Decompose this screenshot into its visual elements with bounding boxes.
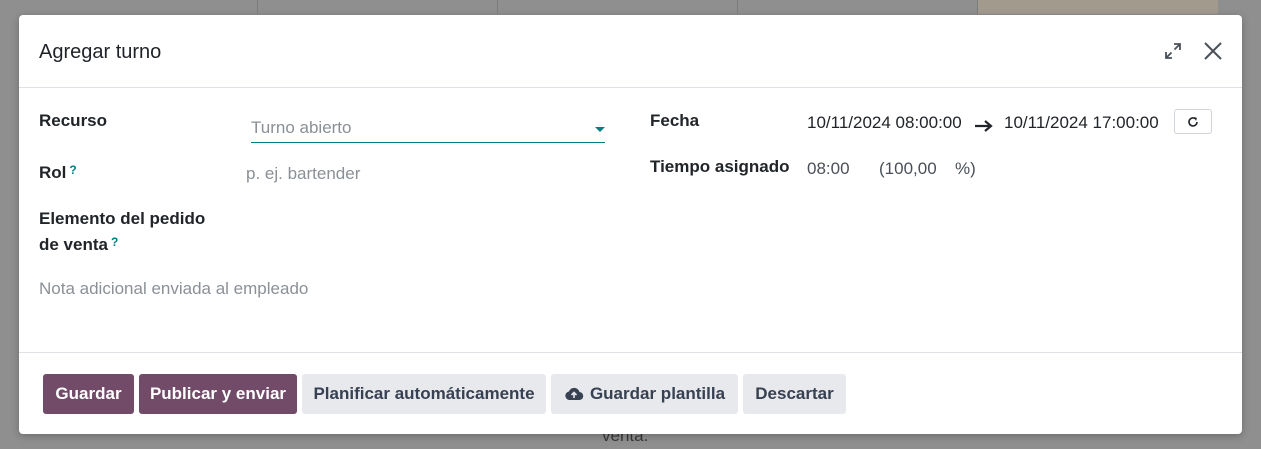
sale-line-help-icon[interactable]: ? bbox=[111, 235, 118, 249]
save-button[interactable]: Guardar bbox=[43, 374, 134, 414]
dialog-header: Agregar turno bbox=[19, 15, 1242, 88]
save-template-label: Guardar plantilla bbox=[589, 384, 726, 403]
note-input[interactable]: Nota adicional enviada al empleado bbox=[39, 276, 308, 302]
sale-line-label-line2: de venta bbox=[39, 235, 108, 254]
allocated-time-label: Tiempo asignado bbox=[650, 157, 790, 176]
bg-highlight-cell bbox=[978, 0, 1218, 14]
date-end-input[interactable]: 10/11/2024 17:00:00 bbox=[1004, 110, 1159, 136]
bg-column-divider bbox=[257, 0, 258, 14]
resource-placeholder: Turno abierto bbox=[251, 118, 352, 137]
expand-icon[interactable] bbox=[1164, 42, 1182, 60]
resource-select[interactable]: Turno abierto bbox=[251, 115, 605, 143]
dialog-footer: Guardar Publicar y enviar Planificar aut… bbox=[19, 352, 1242, 435]
chevron-down-icon[interactable] bbox=[595, 127, 605, 132]
publish-send-button[interactable]: Publicar y enviar bbox=[139, 374, 297, 414]
role-help-icon[interactable]: ? bbox=[69, 163, 76, 177]
date-start-input[interactable]: 10/11/2024 08:00:00 bbox=[807, 110, 962, 136]
role-input[interactable]: p. ej. bartender bbox=[246, 161, 360, 187]
arrow-right-icon bbox=[975, 120, 993, 132]
allocated-percent-input[interactable]: (100,00 bbox=[879, 156, 937, 182]
role-label: Rol? bbox=[39, 160, 77, 186]
cloud-upload-icon bbox=[565, 387, 584, 401]
bg-column-divider bbox=[497, 0, 498, 14]
save-template-button[interactable]: Guardar plantilla bbox=[551, 374, 738, 414]
percent-suffix: %) bbox=[955, 159, 976, 178]
refresh-button[interactable] bbox=[1174, 109, 1212, 134]
sale-line-label-line1: Elemento del pedido bbox=[39, 209, 206, 228]
date-label: Fecha bbox=[650, 111, 700, 130]
bg-column-divider bbox=[737, 0, 738, 14]
dialog-title: Agregar turno bbox=[39, 41, 162, 63]
sale-line-label: Elemento del pedido de venta? bbox=[39, 206, 205, 258]
allocated-hours-input[interactable]: 08:00 bbox=[807, 156, 850, 182]
discard-button[interactable]: Descartar bbox=[743, 374, 846, 414]
resource-label: Recurso bbox=[39, 111, 108, 130]
close-icon[interactable] bbox=[1203, 41, 1223, 61]
role-label-text: Rol bbox=[39, 163, 67, 182]
auto-plan-button[interactable]: Planificar automáticamente bbox=[302, 374, 546, 414]
refresh-icon bbox=[1188, 116, 1198, 127]
add-shift-dialog: Agregar turno Recurso Turno abierto Rol?… bbox=[19, 15, 1242, 434]
